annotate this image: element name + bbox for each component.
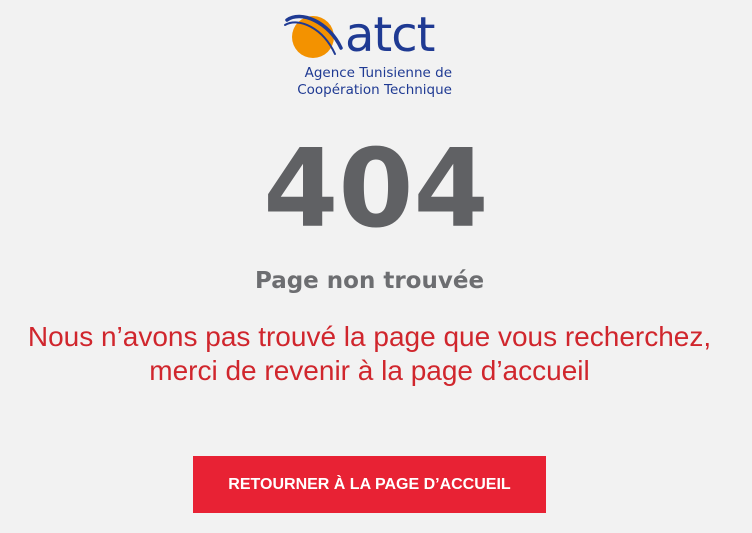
error-code: 404 (263, 127, 489, 252)
logo-wordmark: atct (345, 7, 435, 63)
error-message: Nous n’avons pas trouvé la page que vous… (0, 320, 739, 388)
logo-subtitle-line1: Agence Tunisienne de (304, 65, 452, 81)
logo-subtitle-line2: Coopération Technique (297, 82, 452, 98)
error-message-line2: merci de revenir à la page d’accueil (149, 355, 590, 386)
return-home-button[interactable]: RETOURNER À LA PAGE D’ACCUEIL (193, 456, 546, 513)
atct-logo: atct Agence Tunisienne de Coopération Te… (283, 8, 458, 100)
orbit-globe-icon (284, 14, 343, 58)
error-message-line1: Nous n’avons pas trouvé la page que vous… (27, 321, 712, 352)
page-title: Page non trouvée (254, 268, 485, 294)
